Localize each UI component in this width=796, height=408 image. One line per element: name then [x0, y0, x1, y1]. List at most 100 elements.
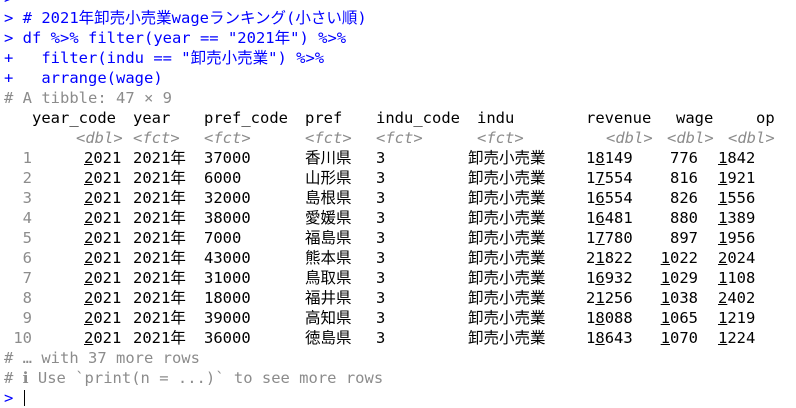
row-number: 8 [22, 289, 32, 307]
table-row: 8 2021 2021年 18000 福井県 3 卸売小売業 21256 1038 2402 [0, 288, 796, 308]
more-rows-note: # … with 37 more rows [4, 349, 200, 367]
code-text: df %>% filter(year == "2021年") %>% [22, 29, 347, 47]
table-row: 5 2021 2021年 7000 福島県 3 卸売小売業 17780 897 1956 [0, 228, 796, 248]
cell-wage: 1029 [660, 269, 698, 287]
cell-pref: 山形県 [305, 169, 352, 187]
cell-year: 2021年 [133, 229, 186, 247]
cell-pref-code: 32000 [204, 189, 251, 207]
text-cursor [24, 390, 25, 406]
cell-op: 1956 [718, 229, 756, 247]
cell-year: 2021年 [133, 189, 186, 207]
cell-wage: 1065 [660, 309, 698, 327]
cell-indu: 卸売小売業 [468, 229, 546, 247]
cell-pref-code: 7000 [204, 229, 242, 247]
cell-pref: 高知県 [305, 309, 352, 327]
cell-year-code: 2021 [84, 269, 122, 287]
column-type: <dbl> [728, 129, 775, 147]
cell-indu: 卸売小売業 [468, 149, 546, 167]
cell-pref: 熊本県 [305, 249, 352, 267]
cell-pref-code: 38000 [204, 209, 251, 227]
cell-year: 2021年 [133, 289, 186, 307]
row-number: 5 [22, 229, 32, 247]
cell-wage: 897 [670, 229, 698, 247]
cell-indu-code: 3 [376, 269, 386, 287]
column-header: indu_code [376, 109, 460, 127]
cell-indu: 卸売小売業 [468, 189, 546, 207]
column-type: <dbl> [667, 129, 714, 147]
cell-revenue: 18088 [586, 309, 633, 327]
cell-wage: 1038 [660, 289, 698, 307]
column-header: wage [676, 109, 714, 127]
cell-pref-code: 18000 [204, 289, 251, 307]
table-row: 7 2021 2021年 31000 鳥取県 3 卸売小売業 16932 1029 1108 [0, 268, 796, 288]
cell-indu: 卸売小売業 [468, 309, 546, 327]
table-row: 1 2021 2021年 37000 香川県 3 卸売小売業 18149 776 1842 [0, 148, 796, 168]
row-number: 6 [22, 249, 32, 267]
cell-indu: 卸売小売業 [468, 169, 546, 187]
column-header: pref [305, 109, 343, 127]
table-row: 2 2021 2021年 6000 山形県 3 卸売小売業 17554 816 1921 [0, 168, 796, 188]
cell-indu-code: 3 [376, 309, 386, 327]
cell-pref: 徳島県 [305, 329, 352, 347]
table-row: 6 2021 2021年 43000 熊本県 3 卸売小売業 21822 1022 2024 [0, 248, 796, 268]
cell-pref-code: 37000 [204, 149, 251, 167]
table-row: 4 2021 2021年 38000 愛媛県 3 卸売小売業 16481 880 1389 [0, 208, 796, 228]
column-type: <fct> [477, 129, 524, 147]
column-type: <fct> [305, 129, 352, 147]
row-number: 9 [22, 309, 32, 327]
command-line-3: + arrange(wage) [4, 68, 163, 88]
cell-pref: 福島県 [305, 229, 352, 247]
cell-revenue: 17554 [586, 169, 633, 187]
cell-pref-code: 43000 [204, 249, 251, 267]
cell-indu-code: 3 [376, 229, 386, 247]
table-header-row: year_code year pref_code pref indu_code … [0, 108, 796, 128]
row-number: 1 [22, 149, 32, 167]
cell-indu-code: 3 [376, 209, 386, 227]
cell-revenue: 16481 [586, 209, 633, 227]
row-number: 3 [22, 189, 32, 207]
cell-pref: 福井県 [305, 289, 352, 307]
table-row: 3 2021 2021年 32000 島根県 3 卸売小売業 16554 826 1556 [0, 188, 796, 208]
cell-year: 2021年 [133, 209, 186, 227]
column-header: op [756, 109, 775, 127]
input-prompt[interactable]: > [4, 388, 23, 408]
column-type: <fct> [204, 129, 251, 147]
column-header: revenue [586, 109, 652, 127]
cell-year-code: 2021 [84, 169, 122, 187]
continuation-symbol: + [4, 69, 23, 87]
cell-year: 2021年 [133, 169, 186, 187]
cell-pref: 島根県 [305, 189, 352, 207]
cell-indu-code: 3 [376, 169, 386, 187]
cell-pref-code: 6000 [204, 169, 242, 187]
column-header: pref_code [204, 109, 288, 127]
cell-year: 2021年 [133, 269, 186, 287]
cell-year-code: 2021 [84, 209, 122, 227]
code-text: arrange(wage) [22, 69, 163, 87]
cell-indu-code: 3 [376, 149, 386, 167]
cell-indu: 卸売小売業 [468, 249, 546, 267]
cell-pref-code: 31000 [204, 269, 251, 287]
cell-pref-code: 39000 [204, 309, 251, 327]
cell-indu: 卸売小売業 [468, 269, 546, 287]
code-text: filter(indu == "卸売小売業") %>% [22, 49, 325, 67]
row-number: 2 [22, 169, 32, 187]
command-line-1: > df %>% filter(year == "2021年") %>% [4, 28, 346, 48]
cell-revenue: 17780 [586, 229, 633, 247]
cell-op: 2402 [718, 289, 756, 307]
cell-indu-code: 3 [376, 329, 386, 347]
cell-pref: 鳥取県 [305, 269, 352, 287]
cell-indu-code: 3 [376, 189, 386, 207]
prompt-symbol: > [4, 29, 23, 47]
cell-indu: 卸売小売業 [468, 289, 546, 307]
r-console[interactable]: > > # 2021年卸売小売業wageランキング(小さい順) > df %>%… [0, 0, 796, 407]
cell-op: 1219 [718, 309, 756, 327]
command-line-2: + filter(indu == "卸売小売業") %>% [4, 48, 324, 68]
prompt-symbol: > [4, 9, 23, 27]
cell-revenue: 16554 [586, 189, 633, 207]
column-type: <dbl> [606, 129, 653, 147]
cell-op: 1389 [718, 209, 756, 227]
cell-indu: 卸売小売業 [468, 329, 546, 347]
cell-revenue: 21256 [586, 289, 633, 307]
cell-revenue: 18643 [586, 329, 633, 347]
cell-wage: 1070 [660, 329, 698, 347]
